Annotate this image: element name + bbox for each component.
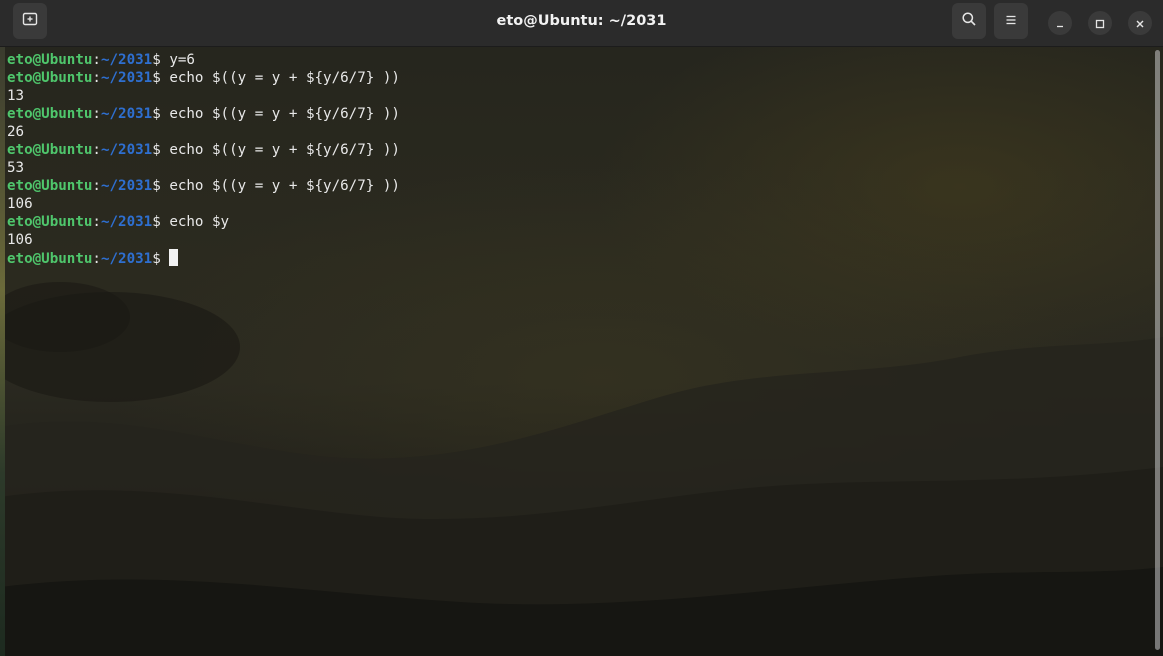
terminal-output[interactable]: eto@Ubuntu:~/2031$ y=6 eto@Ubuntu:~/2031$… [7,51,400,267]
prompt-colon: : [92,52,101,68]
maximize-icon [1095,14,1105,33]
prompt-colon: : [92,178,101,194]
output-line: 26 [7,123,400,141]
prompt-user-host: eto@Ubuntu [7,178,93,194]
command-line: eto@Ubuntu:~/2031$ echo $((y = y + ${y/6… [7,177,400,195]
output-text: 26 [7,124,25,140]
maximize-button[interactable] [1088,11,1112,35]
prompt-dollar: $ [152,70,170,86]
prompt-path: ~/2031 [100,178,153,194]
prompt-path: ~/2031 [100,52,153,68]
close-button[interactable] [1128,11,1152,35]
prompt-colon: : [92,251,101,267]
command-line: eto@Ubuntu:~/2031$ echo $y [7,213,400,231]
output-text: 106 [7,232,33,248]
prompt-dollar: $ [152,214,170,230]
prompt-user-host: eto@Ubuntu [7,214,93,230]
prompt-path: ~/2031 [100,251,153,267]
prompt-user-host: eto@Ubuntu [7,52,93,68]
new-tab-button[interactable] [13,3,47,39]
scrollbar[interactable] [1155,50,1160,650]
command-text: echo $((y = y + ${y/6/7} )) [169,142,400,158]
prompt-dollar: $ [152,178,170,194]
prompt-path: ~/2031 [100,106,153,122]
output-line: 13 [7,87,400,105]
command-line: eto@Ubuntu:~/2031$ echo $((y = y + ${y/6… [7,105,400,123]
prompt-colon: : [92,106,101,122]
prompt-user-host: eto@Ubuntu [7,142,93,158]
minimize-button[interactable] [1048,11,1072,35]
new-tab-icon [22,11,38,31]
prompt-user-host: eto@Ubuntu [7,106,93,122]
prompt-dollar: $ [152,251,170,267]
command-text: echo $((y = y + ${y/6/7} )) [169,178,400,194]
menu-button[interactable] [994,3,1028,39]
terminal-window: eto@Ubuntu: ~/2031 eto@Ubuntu:~/2031$ y=… [0,0,1163,656]
command-text: echo $((y = y + ${y/6/7} )) [169,70,400,86]
output-line: 106 [7,231,400,249]
command-text: y=6 [169,52,195,68]
window-title: eto@Ubuntu: ~/2031 [496,13,667,29]
minimize-icon [1055,14,1065,33]
output-line: 53 [7,159,400,177]
prompt-dollar: $ [152,52,170,68]
command-text: echo $y [169,214,230,230]
text-cursor [169,249,179,266]
command-line: eto@Ubuntu:~/2031$ [7,249,400,267]
prompt-dollar: $ [152,106,170,122]
prompt-dollar: $ [152,142,170,158]
prompt-colon: : [92,214,101,230]
search-icon [961,11,977,31]
output-text: 53 [7,160,25,176]
command-line: eto@Ubuntu:~/2031$ echo $((y = y + ${y/6… [7,141,400,159]
hamburger-menu-icon [1004,12,1018,31]
prompt-path: ~/2031 [100,70,153,86]
command-line: eto@Ubuntu:~/2031$ y=6 [7,51,400,69]
search-button[interactable] [952,3,986,39]
prompt-colon: : [92,70,101,86]
prompt-path: ~/2031 [100,214,153,230]
output-line: 106 [7,195,400,213]
prompt-colon: : [92,142,101,158]
prompt-user-host: eto@Ubuntu [7,251,93,267]
prompt-path: ~/2031 [100,142,153,158]
prompt-user-host: eto@Ubuntu [7,70,93,86]
header-bar: eto@Ubuntu: ~/2031 [0,0,1163,47]
command-line: eto@Ubuntu:~/2031$ echo $((y = y + ${y/6… [7,69,400,87]
close-icon [1135,14,1145,33]
output-text: 106 [7,196,33,212]
command-text: echo $((y = y + ${y/6/7} )) [169,106,400,122]
output-text: 13 [7,88,25,104]
desktop-edge [0,47,5,656]
